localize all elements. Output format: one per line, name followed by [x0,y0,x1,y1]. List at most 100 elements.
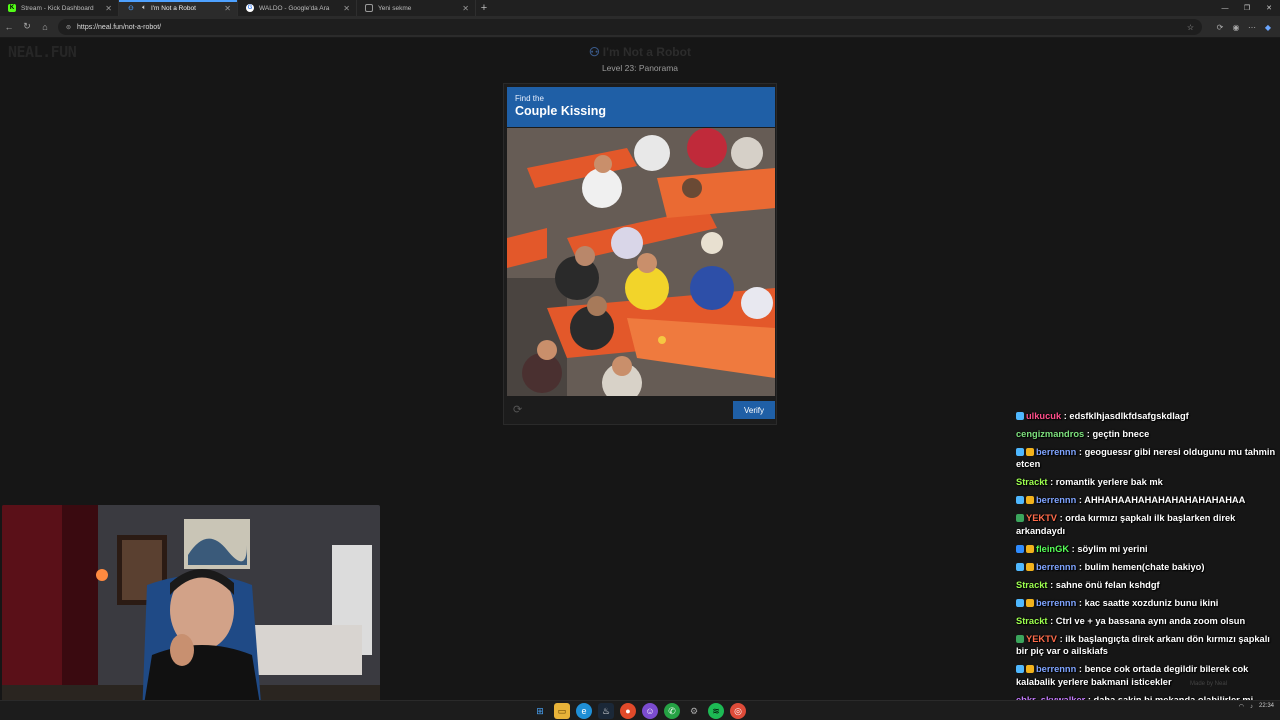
chat-username[interactable]: berrennn [1036,495,1076,505]
chat-text: : geçtin bnece [1086,429,1150,439]
url-text: https://neal.fun/not-a-robot/ [77,23,162,31]
tab-new-tab[interactable]: Yeni sekme ✕ [357,0,476,16]
chat-username[interactable]: cengizmandros [1016,429,1084,439]
whatsapp-icon[interactable]: ✆ [664,703,680,719]
back-icon[interactable]: ← [0,18,18,36]
close-icon[interactable]: ✕ [224,4,231,13]
close-window-icon[interactable]: ✕ [1258,0,1280,16]
tab-title: Stream - Kick Dashboard [21,4,94,12]
system-tray: ◠ ♪ 22:34 [1239,703,1274,710]
settings-icon[interactable]: ⚙ [686,703,702,719]
chat-badge-icon [1016,412,1024,420]
chat-message: fleinGK : söylim mi yerini [1016,543,1278,555]
chat-message: berrennn : geoguessr gibi neresi oldugun… [1016,446,1278,471]
bookmark-star-icon[interactable]: ☆ [1187,23,1194,32]
verify-button[interactable]: Verify [733,401,775,419]
minimize-icon[interactable]: — [1214,0,1236,16]
profile-icon[interactable]: ◉ [1230,21,1242,33]
chat-username[interactable]: berrennn [1036,664,1076,674]
tab-title: Yeni sekme [378,4,412,12]
chat-message: Strackt : Ctrl ve + ya bassana aynı anda… [1016,615,1278,627]
chat-message: YEKTV : ilk başlangıçta direk arkanı dön… [1016,633,1278,658]
streamer-webcam-illustration [2,505,380,717]
new-tab-button[interactable]: + [476,0,492,16]
chat-username[interactable]: Strackt [1016,616,1048,626]
chat-badge-icon [1016,496,1024,505]
close-icon[interactable]: ✕ [105,4,112,13]
chat-username[interactable]: berrennn [1036,562,1076,572]
chat-badge-icon [1016,562,1024,571]
tab-kick-dashboard[interactable]: K Stream - Kick Dashboard ✕ [0,0,119,16]
windows-start-icon[interactable]: ⊞ [532,703,548,719]
spotify-icon[interactable]: ≋ [708,703,724,719]
chat-badge-icon [1016,448,1024,456]
obs-icon[interactable]: ● [620,703,636,719]
chat-username[interactable]: berrennn [1036,447,1076,457]
chat-badge-icon [1016,544,1024,553]
discord-icon[interactable]: ☺ [642,703,658,719]
chat-badge-icon [1016,514,1024,523]
speaker-icon[interactable]: 🔈︎ [140,4,148,12]
captcha-widget: Find the Couple Kissing ⟳ Verify [503,83,777,425]
extension-icon[interactable]: ⟳ [1214,21,1226,33]
chat-text: : Ctrl ve + ya bassana aynı anda zoom ol… [1050,615,1246,626]
tab-bar: K Stream - Kick Dashboard ✕ ⚇ 🔈︎ I'm Not… [0,0,1280,16]
new-tab-icon [365,4,373,12]
close-icon[interactable]: ✕ [343,4,350,13]
chat-message: Strackt : sahne önü felan kshdgf [1016,579,1278,591]
chrome-icon[interactable]: ◎ [730,703,746,719]
volume-icon[interactable]: ♪ [1250,704,1253,710]
chat-message: berrennn : bulim hemen(chate bakiyo) [1016,561,1278,573]
chat-username[interactable]: YEKTV [1026,634,1057,644]
reload-icon[interactable]: ↻ [18,18,36,36]
chat-username[interactable]: Strackt [1016,477,1048,487]
chat-text: : bulim hemen(chate bakiyo) [1078,561,1205,572]
chat-badge-icon [1026,448,1034,456]
kick-icon: K [8,4,16,12]
chat-badge-icon [1026,665,1034,674]
chat-badge-icon [1016,598,1024,607]
chat-message: berrennn : AHHAHAAHAHAHAHAHAHAHAHAA [1016,494,1278,506]
refresh-icon[interactable]: ⟳ [513,403,522,416]
panorama-photo[interactable] [507,128,775,396]
robot-icon: ⚇ [128,5,134,12]
maximize-icon[interactable]: ❐ [1236,0,1258,16]
steam-icon[interactable]: ♨ [598,703,614,719]
home-icon[interactable]: ⌂ [36,18,54,36]
clock[interactable]: 22:34 [1259,703,1274,710]
webcam-overlay [2,505,380,717]
chat-badge-icon [1016,665,1024,674]
url-field[interactable]: ⊜ https://neal.fun/not-a-robot/ ☆ [58,19,1202,35]
close-icon[interactable]: ✕ [462,4,469,13]
address-bar-row: ← ↻ ⌂ ⊜ https://neal.fun/not-a-robot/ ☆ … [0,16,1280,38]
taskbar: ⊞ ▭ e ♨ ● ☺ ✆ ⚙ ≋ ◎ ◠ ♪ 22:34 [0,700,1280,720]
chat-username[interactable]: ulkucuk [1026,411,1061,421]
chat-text: : romantik yerlere bak mk [1050,477,1163,488]
edge-icon[interactable]: e [576,703,592,719]
chat-overlay: ulkucuk : edsfklhjasdlkfdsafgskdlagf ceng… [1016,410,1278,712]
menu-icon[interactable]: ⋯ [1246,21,1258,33]
robot-icon: ⚇ [589,45,600,59]
chat-username[interactable]: berrennn [1036,598,1076,608]
captcha-footer: ⟳ Verify [507,398,775,422]
copilot-icon[interactable]: ◆ [1262,21,1274,33]
chat-username[interactable]: Strackt [1016,580,1048,590]
chat-username[interactable]: fleinGK [1036,544,1069,554]
captcha-find-label: Find the [515,94,544,103]
page-title-text: I'm Not a Robot [602,45,691,59]
site-info-icon[interactable]: ⊜ [66,24,71,31]
chat-username[interactable]: YEKTV [1026,513,1057,523]
chat-text: : sahne önü felan kshdgf [1050,579,1160,590]
captcha-target: Couple Kissing [515,104,606,118]
wifi-icon[interactable]: ◠ [1239,703,1244,710]
chat-message: cengizmandros : geçtin bnece [1016,428,1278,440]
level-label: Level 23: Panorama [601,63,679,73]
chat-badge-icon [1016,634,1024,643]
tab-waldo-google[interactable]: G WALDO - Google'da Ara ✕ [238,0,357,16]
tab-not-a-robot[interactable]: ⚇ 🔈︎ I'm Not a Robot ✕ [119,0,238,16]
tab-title: I'm Not a Robot [151,4,196,12]
crowd-photo-illustration [507,128,775,396]
chat-text: : AHHAHAAHAHAHAHAHAHAHAHAA [1078,495,1246,506]
tab-title: WALDO - Google'da Ara [259,4,330,12]
file-explorer-icon[interactable]: ▭ [554,703,570,719]
